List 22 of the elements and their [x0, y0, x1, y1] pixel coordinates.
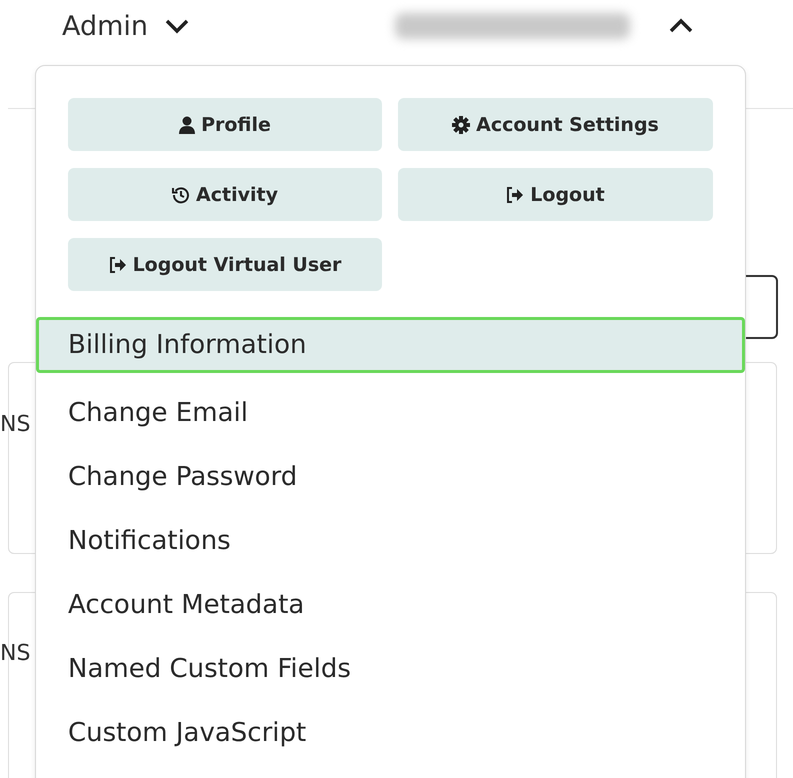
menu-item[interactable]: Notifications [36, 509, 745, 573]
menu-button[interactable]: Activity [68, 168, 382, 221]
menu-item[interactable]: Named Custom Fields [36, 637, 745, 701]
chevron-up-icon[interactable] [668, 18, 694, 34]
menu-item[interactable]: Account Metadata [36, 573, 745, 637]
menu-button[interactable]: Account Settings [398, 98, 713, 151]
sign-out-icon [108, 256, 127, 272]
history-icon [172, 186, 190, 204]
menu-button[interactable]: Logout Virtual User [68, 238, 382, 291]
menu-item[interactable]: Change Password [36, 445, 745, 509]
sign-out-icon [506, 186, 524, 202]
menu-button[interactable]: Logout [398, 168, 713, 221]
menu-item[interactable]: Billing Information [36, 317, 745, 373]
chevron-down-icon[interactable] [164, 18, 190, 34]
menu-item[interactable]: Change Email [36, 381, 745, 445]
background-text: NS [0, 641, 30, 666]
admin-menu-label[interactable]: Admin [62, 10, 148, 42]
menu-item[interactable]: Custom JavaScript [36, 701, 745, 765]
background-text: NS [0, 412, 30, 437]
gear-icon [452, 116, 470, 134]
menu-button[interactable]: Profile [68, 98, 382, 151]
user-icon [179, 116, 196, 134]
